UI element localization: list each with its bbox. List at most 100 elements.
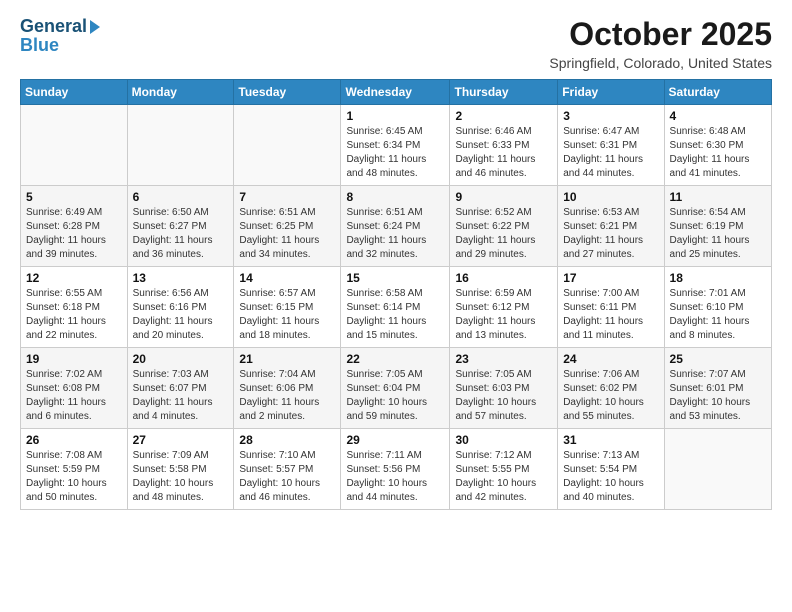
day-info: Sunrise: 6:49 AMSunset: 6:28 PMDaylight:… bbox=[26, 206, 122, 262]
day-number: 8 bbox=[346, 190, 444, 204]
day-number: 9 bbox=[455, 190, 552, 204]
header-wednesday: Wednesday bbox=[341, 80, 450, 105]
day-info: Sunrise: 7:09 AMSunset: 5:58 PMDaylight:… bbox=[133, 449, 229, 505]
day-number: 30 bbox=[455, 433, 552, 447]
day-info: Sunrise: 6:55 AMSunset: 6:18 PMDaylight:… bbox=[26, 287, 122, 343]
table-row: 31 Sunrise: 7:13 AMSunset: 5:54 PMDayligh… bbox=[558, 429, 664, 510]
header-monday: Monday bbox=[127, 80, 234, 105]
table-row: 22 Sunrise: 7:05 AMSunset: 6:04 PMDayligh… bbox=[341, 348, 450, 429]
day-info: Sunrise: 6:58 AMSunset: 6:14 PMDaylight:… bbox=[346, 287, 444, 343]
table-row: 29 Sunrise: 7:11 AMSunset: 5:56 PMDayligh… bbox=[341, 429, 450, 510]
day-number: 16 bbox=[455, 271, 552, 285]
day-info: Sunrise: 7:05 AMSunset: 6:04 PMDaylight:… bbox=[346, 368, 444, 424]
table-row bbox=[664, 429, 771, 510]
table-row bbox=[21, 105, 128, 186]
day-info: Sunrise: 7:07 AMSunset: 6:01 PMDaylight:… bbox=[670, 368, 766, 424]
day-info: Sunrise: 6:54 AMSunset: 6:19 PMDaylight:… bbox=[670, 206, 766, 262]
day-number: 12 bbox=[26, 271, 122, 285]
table-row: 28Sunrise: 7:10 AMSunset: 5:57 PMDayligh… bbox=[234, 429, 341, 510]
table-row: 21Sunrise: 7:04 AMSunset: 6:06 PMDayligh… bbox=[234, 348, 341, 429]
table-row: 5 Sunrise: 6:49 AMSunset: 6:28 PMDaylight… bbox=[21, 186, 128, 267]
day-number: 5 bbox=[26, 190, 122, 204]
logo: General Blue bbox=[20, 16, 100, 56]
header-tuesday: Tuesday bbox=[234, 80, 341, 105]
table-row: 14 Sunrise: 6:57 AMSunset: 6:15 PMDayligh… bbox=[234, 267, 341, 348]
table-row: 11 Sunrise: 6:54 AMSunset: 6:19 PMDayligh… bbox=[664, 186, 771, 267]
table-row: 7Sunrise: 6:51 AMSunset: 6:25 PMDaylight… bbox=[234, 186, 341, 267]
table-row: 12 Sunrise: 6:55 AMSunset: 6:18 PMDayligh… bbox=[21, 267, 128, 348]
day-info: Sunrise: 6:50 AMSunset: 6:27 PMDaylight:… bbox=[133, 206, 229, 262]
page-container: General Blue October 2025 Springfield, C… bbox=[0, 0, 792, 520]
table-row: 1 Sunrise: 6:45 AMSunset: 6:34 PMDaylight… bbox=[341, 105, 450, 186]
day-info: Sunrise: 7:13 AMSunset: 5:54 PMDaylight:… bbox=[563, 449, 658, 505]
day-number: 14 bbox=[239, 271, 335, 285]
table-row bbox=[234, 105, 341, 186]
day-info: Sunrise: 7:11 AMSunset: 5:56 PMDaylight:… bbox=[346, 449, 444, 505]
day-info: Sunrise: 7:10 AMSunset: 5:57 PMDaylight:… bbox=[239, 449, 335, 505]
day-number: 17 bbox=[563, 271, 658, 285]
day-info: Sunrise: 6:46 AMSunset: 6:33 PMDaylight:… bbox=[455, 125, 552, 181]
day-number: 3 bbox=[563, 109, 658, 123]
calendar-week-row: 1 Sunrise: 6:45 AMSunset: 6:34 PMDaylight… bbox=[21, 105, 772, 186]
header-thursday: Thursday bbox=[450, 80, 558, 105]
table-row: 4Sunrise: 6:48 AMSunset: 6:30 PMDaylight… bbox=[664, 105, 771, 186]
logo-blue: Blue bbox=[20, 35, 100, 56]
table-row: 15 Sunrise: 6:58 AMSunset: 6:14 PMDayligh… bbox=[341, 267, 450, 348]
table-row: 30 Sunrise: 7:12 AMSunset: 5:55 PMDayligh… bbox=[450, 429, 558, 510]
header-sunday: Sunday bbox=[21, 80, 128, 105]
day-number: 22 bbox=[346, 352, 444, 366]
logo-text: General Blue bbox=[20, 16, 100, 56]
month-title: October 2025 bbox=[549, 16, 772, 53]
day-info: Sunrise: 6:59 AMSunset: 6:12 PMDaylight:… bbox=[455, 287, 552, 343]
day-info: Sunrise: 7:08 AMSunset: 5:59 PMDaylight:… bbox=[26, 449, 122, 505]
day-info: Sunrise: 7:02 AMSunset: 6:08 PMDaylight:… bbox=[26, 368, 122, 424]
day-number: 21 bbox=[239, 352, 335, 366]
table-row: 18Sunrise: 7:01 AMSunset: 6:10 PMDayligh… bbox=[664, 267, 771, 348]
day-number: 13 bbox=[133, 271, 229, 285]
table-row: 8 Sunrise: 6:51 AMSunset: 6:24 PMDaylight… bbox=[341, 186, 450, 267]
table-row: 19Sunrise: 7:02 AMSunset: 6:08 PMDayligh… bbox=[21, 348, 128, 429]
table-row: 9 Sunrise: 6:52 AMSunset: 6:22 PMDaylight… bbox=[450, 186, 558, 267]
table-row: 13 Sunrise: 6:56 AMSunset: 6:16 PMDayligh… bbox=[127, 267, 234, 348]
day-number: 4 bbox=[670, 109, 766, 123]
day-info: Sunrise: 6:56 AMSunset: 6:16 PMDaylight:… bbox=[133, 287, 229, 343]
day-info: Sunrise: 7:06 AMSunset: 6:02 PMDaylight:… bbox=[563, 368, 658, 424]
table-row: 24Sunrise: 7:06 AMSunset: 6:02 PMDayligh… bbox=[558, 348, 664, 429]
header-friday: Friday bbox=[558, 80, 664, 105]
table-row: 20 Sunrise: 7:03 AMSunset: 6:07 PMDayligh… bbox=[127, 348, 234, 429]
day-info: Sunrise: 7:12 AMSunset: 5:55 PMDaylight:… bbox=[455, 449, 552, 505]
day-number: 31 bbox=[563, 433, 658, 447]
day-number: 25 bbox=[670, 352, 766, 366]
day-number: 1 bbox=[346, 109, 444, 123]
day-number: 23 bbox=[455, 352, 552, 366]
logo-general: General bbox=[20, 16, 87, 37]
day-number: 10 bbox=[563, 190, 658, 204]
day-number: 29 bbox=[346, 433, 444, 447]
table-row: 6Sunrise: 6:50 AMSunset: 6:27 PMDaylight… bbox=[127, 186, 234, 267]
table-row: 23 Sunrise: 7:05 AMSunset: 6:03 PMDayligh… bbox=[450, 348, 558, 429]
day-info: Sunrise: 6:51 AMSunset: 6:24 PMDaylight:… bbox=[346, 206, 444, 262]
location-subtitle: Springfield, Colorado, United States bbox=[549, 55, 772, 71]
day-number: 11 bbox=[670, 190, 766, 204]
table-row: 27 Sunrise: 7:09 AMSunset: 5:58 PMDayligh… bbox=[127, 429, 234, 510]
table-row: 17Sunrise: 7:00 AMSunset: 6:11 PMDayligh… bbox=[558, 267, 664, 348]
calendar-table: Sunday Monday Tuesday Wednesday Thursday… bbox=[20, 79, 772, 510]
day-number: 15 bbox=[346, 271, 444, 285]
day-info: Sunrise: 6:45 AMSunset: 6:34 PMDaylight:… bbox=[346, 125, 444, 181]
day-number: 26 bbox=[26, 433, 122, 447]
day-info: Sunrise: 7:03 AMSunset: 6:07 PMDaylight:… bbox=[133, 368, 229, 424]
day-number: 27 bbox=[133, 433, 229, 447]
table-row: 16 Sunrise: 6:59 AMSunset: 6:12 PMDayligh… bbox=[450, 267, 558, 348]
day-info: Sunrise: 6:52 AMSunset: 6:22 PMDaylight:… bbox=[455, 206, 552, 262]
day-number: 20 bbox=[133, 352, 229, 366]
calendar-week-row: 19Sunrise: 7:02 AMSunset: 6:08 PMDayligh… bbox=[21, 348, 772, 429]
calendar-week-row: 26 Sunrise: 7:08 AMSunset: 5:59 PMDayligh… bbox=[21, 429, 772, 510]
table-row: 10Sunrise: 6:53 AMSunset: 6:21 PMDayligh… bbox=[558, 186, 664, 267]
day-info: Sunrise: 7:05 AMSunset: 6:03 PMDaylight:… bbox=[455, 368, 552, 424]
title-section: October 2025 Springfield, Colorado, Unit… bbox=[549, 16, 772, 71]
table-row bbox=[127, 105, 234, 186]
day-info: Sunrise: 6:47 AMSunset: 6:31 PMDaylight:… bbox=[563, 125, 658, 181]
day-info: Sunrise: 6:57 AMSunset: 6:15 PMDaylight:… bbox=[239, 287, 335, 343]
header-saturday: Saturday bbox=[664, 80, 771, 105]
day-info: Sunrise: 6:51 AMSunset: 6:25 PMDaylight:… bbox=[239, 206, 335, 262]
